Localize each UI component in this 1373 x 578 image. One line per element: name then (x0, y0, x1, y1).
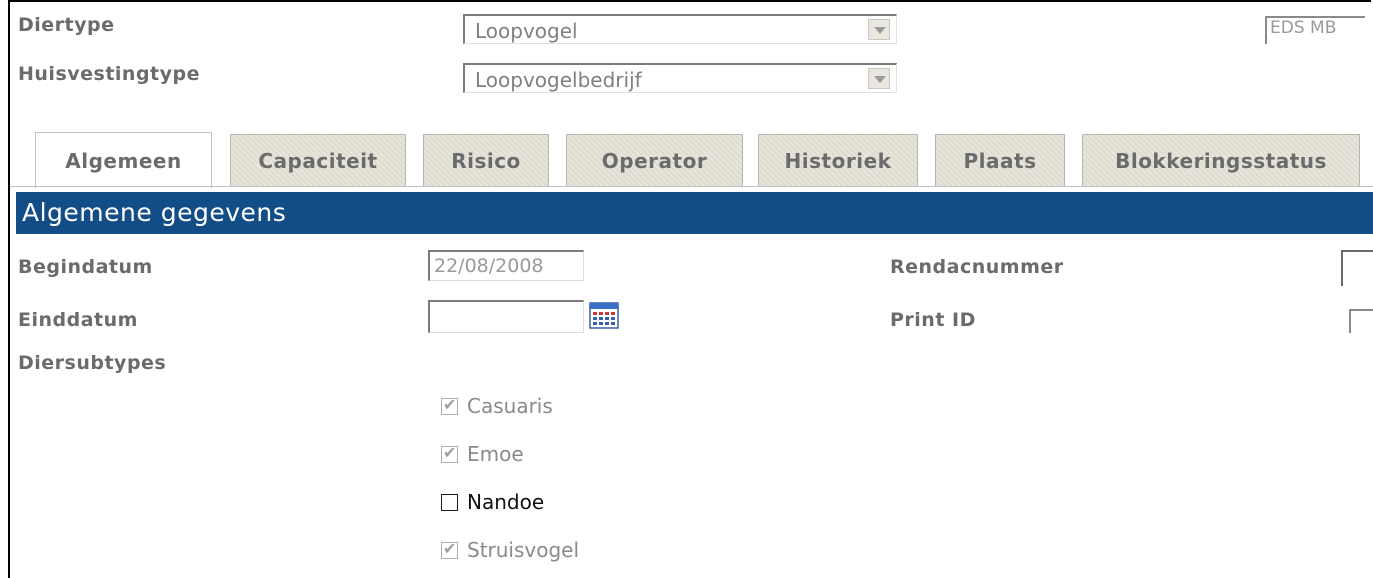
tab-operator[interactable]: Operator (566, 134, 743, 186)
tab-capaciteit[interactable]: Capaciteit (230, 134, 406, 186)
calendar-icon[interactable] (589, 302, 619, 329)
diertype-select[interactable]: Loopvogel (463, 14, 897, 44)
diersubtypes-label: Diersubtypes (18, 352, 167, 374)
huisvestingtype-value: Loopvogelbedrijf (475, 68, 642, 92)
checkbox[interactable]: ✔ (441, 395, 458, 415)
subtype-label: Emoe (467, 442, 524, 466)
tab-plaats[interactable]: Plaats (935, 134, 1065, 186)
printid-label: Print ID (890, 309, 976, 331)
diertype-value: Loopvogel (475, 19, 578, 43)
rendacnummer-input[interactable] (1341, 250, 1373, 286)
printid-checkbox[interactable] (1349, 309, 1373, 333)
tab-historiek[interactable]: Historiek (758, 134, 918, 186)
tab-blokkeringsstatus[interactable]: Blokkeringsstatus (1082, 134, 1360, 186)
subtype-label: Casuaris (467, 394, 553, 418)
checkmark-icon: ✔ (443, 443, 457, 462)
checkbox[interactable]: ✔ (441, 443, 458, 463)
tab-strip-divider (8, 186, 1373, 187)
begindatum-value: 22/08/2008 (434, 255, 544, 277)
diertype-label: Diertype (18, 14, 115, 36)
checkmark-icon: ✔ (443, 539, 457, 558)
einddatum-input[interactable] (428, 300, 584, 333)
rendacnummer-label: Rendacnummer (890, 256, 1064, 278)
chevron-down-icon[interactable] (868, 19, 890, 40)
checkbox[interactable] (441, 494, 458, 511)
subtype-label: Struisvogel (467, 538, 580, 562)
begindatum-label: Begindatum (18, 256, 153, 278)
einddatum-label: Einddatum (18, 309, 138, 331)
checkmark-icon: ✔ (443, 395, 457, 414)
huisvestingtype-label: Huisvestingtype (18, 63, 201, 85)
huisvestingtype-select[interactable]: Loopvogelbedrijf (463, 63, 897, 93)
content-border (8, 186, 10, 578)
section-header: Algemene gegevens (16, 192, 1373, 234)
subtype-label: Nandoe (467, 490, 545, 514)
chevron-down-icon[interactable] (868, 68, 890, 89)
tab-algemeen[interactable]: Algemeen (35, 132, 212, 188)
tab-risico[interactable]: Risico (423, 134, 549, 186)
eds-field[interactable]: EDS MB (1265, 16, 1365, 44)
checkbox[interactable]: ✔ (441, 539, 458, 559)
begindatum-input[interactable]: 22/08/2008 (428, 250, 584, 281)
